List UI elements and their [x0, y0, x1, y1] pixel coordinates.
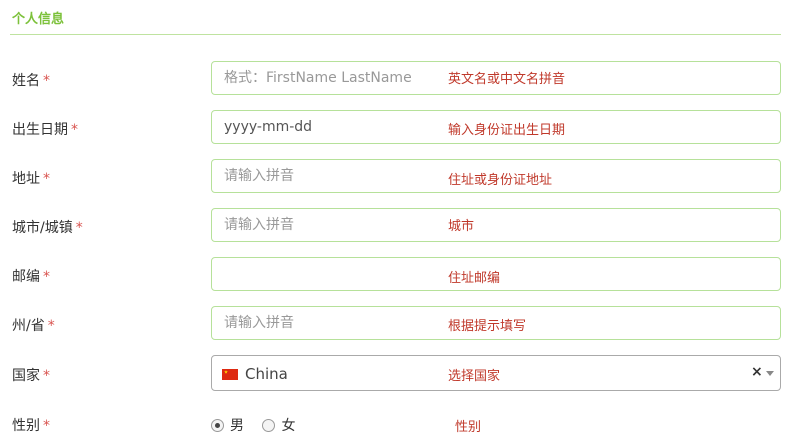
province-label: 州/省 *	[12, 318, 55, 334]
form-row-name: 姓名* 英文名或中文名拼音	[0, 61, 805, 95]
address-input[interactable]	[211, 159, 781, 193]
city-input[interactable]	[211, 208, 781, 242]
china-flag-icon	[222, 369, 238, 380]
postcode-label: 邮编 *	[12, 269, 50, 285]
country-label: 国家 *	[12, 368, 50, 384]
required-mark: *	[43, 73, 50, 89]
form-row-birthdate: 出生日期* 输入身份证出生日期	[0, 110, 805, 144]
form-row-province: 州/省* 根据提示填写	[0, 306, 805, 340]
gender-option-male[interactable]: 男	[211, 415, 244, 435]
postcode-input[interactable]	[211, 257, 781, 291]
radio-unchecked-icon[interactable]	[262, 418, 276, 432]
form-row-gender: 性别 * 男 女 性别	[0, 407, 805, 441]
required-mark: *	[43, 368, 50, 384]
form-row-postcode: 邮编 * 住址邮编	[0, 257, 805, 291]
city-label: 城市/城镇 *	[12, 220, 83, 236]
required-mark: *	[47, 318, 55, 334]
form-row-address: 地址* 住址或身份证地址	[0, 159, 805, 193]
required-mark: *	[43, 418, 50, 434]
section-title: 个人信息	[12, 12, 65, 27]
radio-checked-icon[interactable]	[211, 418, 224, 432]
gender-option-label: 男	[230, 418, 244, 434]
gender-option-female[interactable]: 女	[262, 415, 295, 435]
name-label: 姓名 *	[12, 73, 50, 89]
name-input[interactable]	[211, 61, 781, 95]
country-select[interactable]: China ×	[211, 355, 781, 391]
birthdate-input[interactable]	[211, 110, 781, 144]
gender-hint: 性别	[455, 420, 482, 435]
form-row-city: 城市/城镇* 城市	[0, 208, 805, 242]
gender-radio-group: 男 女	[211, 415, 309, 436]
required-mark: *	[43, 269, 50, 285]
address-label: 地址 *	[12, 171, 50, 187]
required-mark: *	[71, 122, 78, 138]
birthdate-label: 出生日期 *	[12, 122, 78, 138]
chevron-down-icon[interactable]	[766, 371, 774, 376]
required-mark: *	[43, 171, 50, 187]
section-divider	[10, 34, 781, 35]
country-selected-value: China	[245, 365, 288, 383]
clear-selection-icon[interactable]: ×	[751, 364, 763, 380]
required-mark: *	[75, 220, 83, 236]
gender-option-label: 女	[281, 418, 296, 434]
form-row-country: 国家 * China × 选择国家	[0, 355, 805, 391]
gender-label: 性别 *	[12, 418, 50, 434]
province-input[interactable]	[211, 306, 781, 340]
